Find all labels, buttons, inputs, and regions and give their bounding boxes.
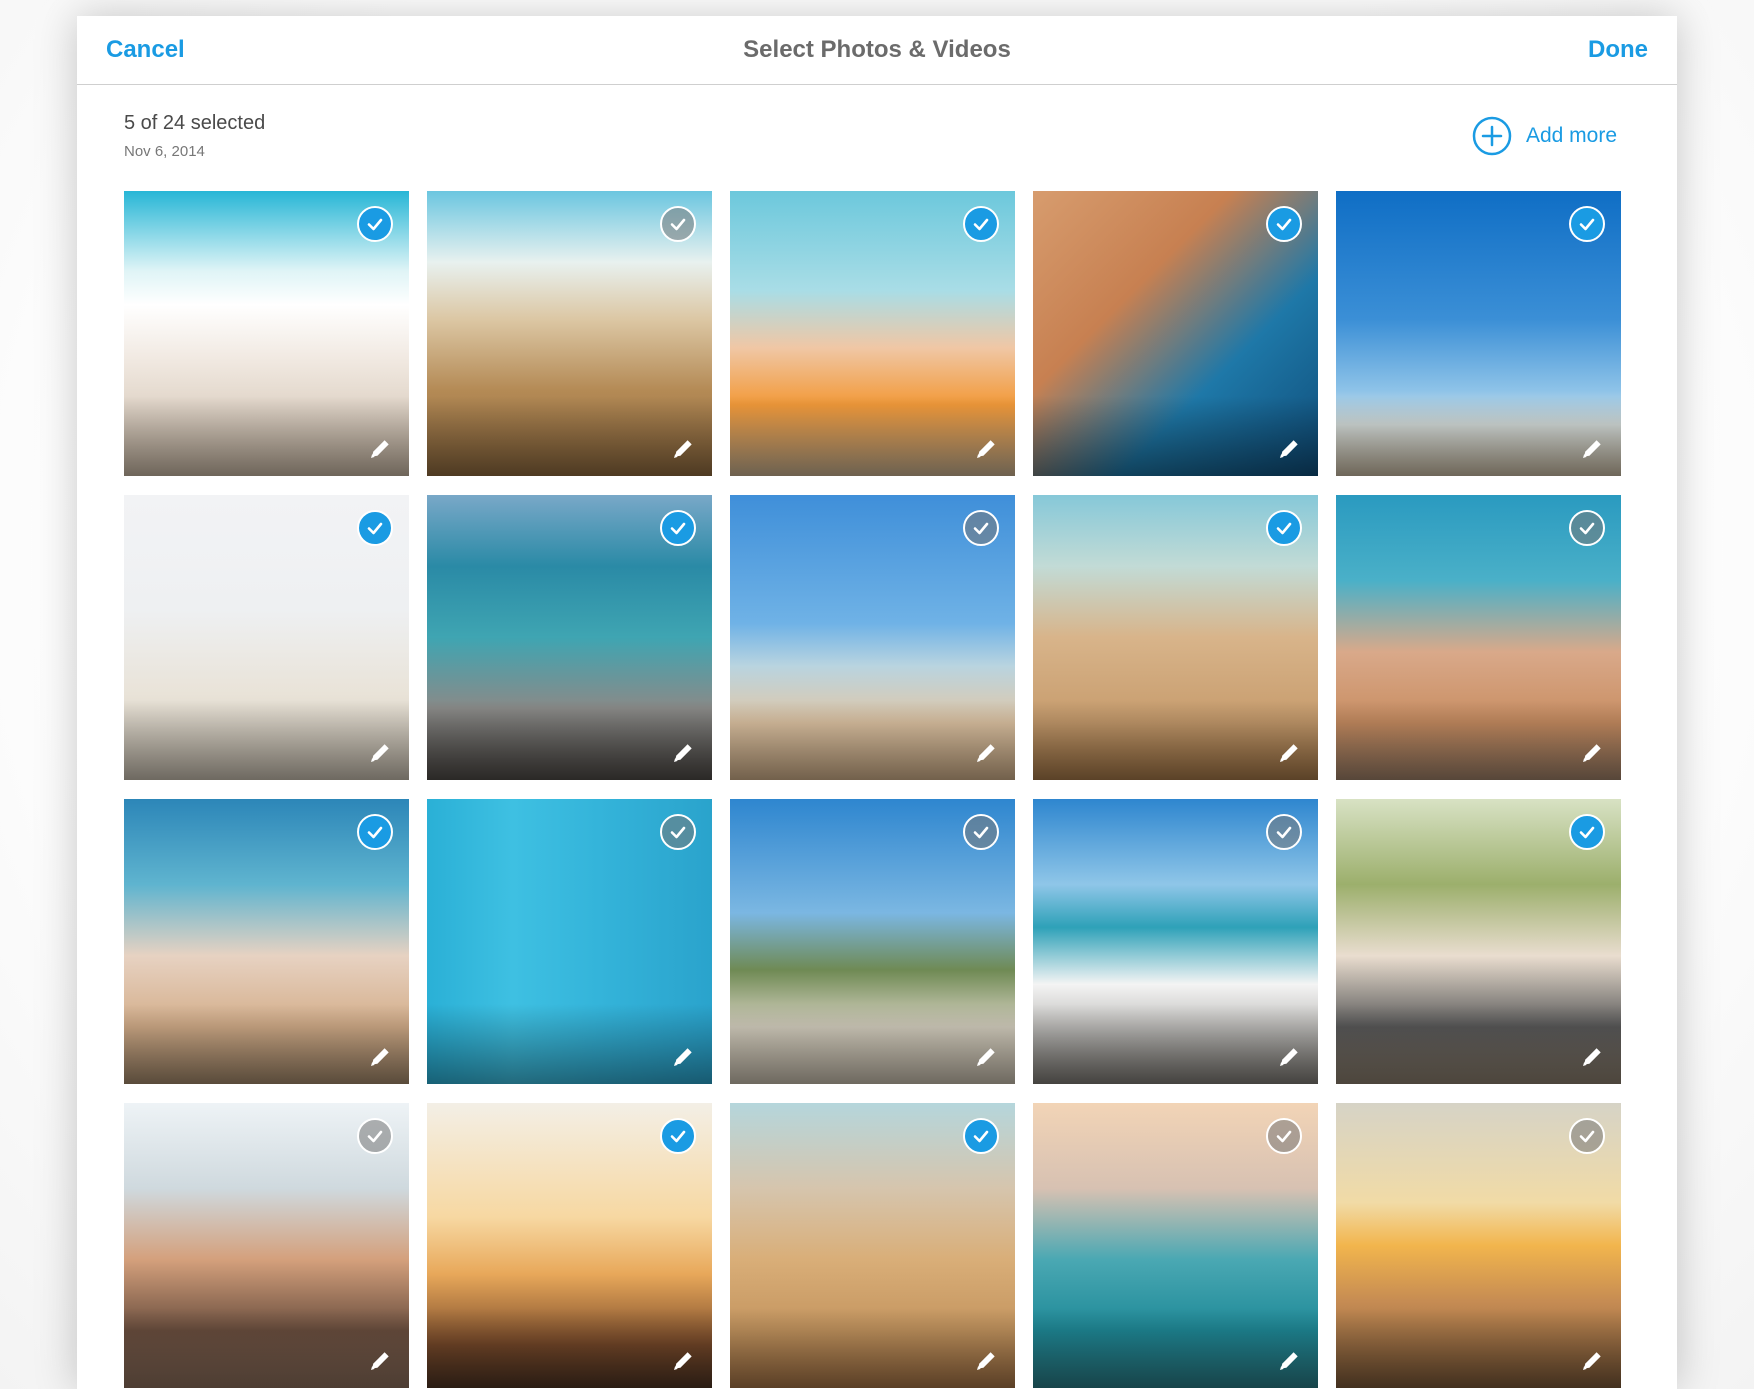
photo-tile[interactable] <box>427 1103 712 1388</box>
checkmark-selected-icon[interactable] <box>1569 814 1605 850</box>
selection-count: 5 of 24 selected <box>124 112 266 134</box>
photo-tile[interactable] <box>427 495 712 780</box>
navigation-bar: Cancel Select Photos & Videos Done <box>77 16 1677 85</box>
checkmark-unselected-icon[interactable] <box>963 814 999 850</box>
pencil-icon[interactable] <box>1276 1348 1302 1374</box>
photo-tile[interactable] <box>124 495 409 780</box>
checkmark-selected-icon[interactable] <box>963 1118 999 1154</box>
checkmark-unselected-icon[interactable] <box>963 510 999 546</box>
checkmark-unselected-icon[interactable] <box>660 814 696 850</box>
checkmark-unselected-icon[interactable] <box>1266 1118 1302 1154</box>
checkmark-selected-icon[interactable] <box>1266 206 1302 242</box>
plus-circle-icon <box>1472 116 1512 156</box>
photo-tile[interactable] <box>1336 1103 1621 1388</box>
pencil-icon[interactable] <box>1276 436 1302 462</box>
pencil-icon[interactable] <box>973 1348 999 1374</box>
photo-tile[interactable] <box>427 191 712 476</box>
photo-grid <box>124 191 1621 1388</box>
done-button[interactable]: Done <box>1588 36 1648 64</box>
pencil-icon[interactable] <box>973 436 999 462</box>
photo-tile[interactable] <box>124 1103 409 1388</box>
checkmark-unselected-icon[interactable] <box>660 206 696 242</box>
pencil-icon[interactable] <box>973 1044 999 1070</box>
pencil-icon[interactable] <box>1579 1044 1605 1070</box>
checkmark-unselected-icon[interactable] <box>357 1118 393 1154</box>
photo-tile[interactable] <box>730 191 1015 476</box>
photo-tile[interactable] <box>730 1103 1015 1388</box>
photo-tile[interactable] <box>124 799 409 1084</box>
pencil-icon[interactable] <box>973 740 999 766</box>
page-title: Select Photos & Videos <box>743 36 1011 63</box>
checkmark-unselected-icon[interactable] <box>1569 510 1605 546</box>
pencil-icon[interactable] <box>367 436 393 462</box>
photo-tile[interactable] <box>730 799 1015 1084</box>
photo-tile[interactable] <box>124 191 409 476</box>
pencil-icon[interactable] <box>1276 1044 1302 1070</box>
checkmark-selected-icon[interactable] <box>660 1118 696 1154</box>
pencil-icon[interactable] <box>670 740 696 766</box>
pencil-icon[interactable] <box>1276 740 1302 766</box>
pencil-icon[interactable] <box>367 1044 393 1070</box>
pencil-icon[interactable] <box>1579 1348 1605 1374</box>
photo-picker-sheet: Cancel Select Photos & Videos Done 5 of … <box>77 16 1677 1389</box>
pencil-icon[interactable] <box>670 1348 696 1374</box>
photo-tile[interactable] <box>730 495 1015 780</box>
pencil-icon[interactable] <box>1579 740 1605 766</box>
photo-tile[interactable] <box>1336 191 1621 476</box>
checkmark-unselected-icon[interactable] <box>1266 814 1302 850</box>
photo-tile[interactable] <box>1033 495 1318 780</box>
photo-date: Nov 6, 2014 <box>124 143 205 160</box>
add-more-button[interactable]: Add more <box>1472 116 1617 156</box>
add-more-label: Add more <box>1525 124 1617 147</box>
photo-tile[interactable] <box>1033 1103 1318 1388</box>
photo-tile[interactable] <box>1033 799 1318 1084</box>
checkmark-selected-icon[interactable] <box>1266 510 1302 546</box>
checkmark-selected-icon[interactable] <box>357 510 393 546</box>
photo-tile[interactable] <box>1336 799 1621 1084</box>
photo-tile[interactable] <box>427 799 712 1084</box>
checkmark-selected-icon[interactable] <box>963 206 999 242</box>
pencil-icon[interactable] <box>670 436 696 462</box>
photo-tile[interactable] <box>1336 495 1621 780</box>
checkmark-selected-icon[interactable] <box>357 206 393 242</box>
photo-tile[interactable] <box>1033 191 1318 476</box>
checkmark-selected-icon[interactable] <box>660 510 696 546</box>
checkmark-selected-icon[interactable] <box>357 814 393 850</box>
pencil-icon[interactable] <box>367 740 393 766</box>
checkmark-unselected-icon[interactable] <box>1569 1118 1605 1154</box>
pencil-icon[interactable] <box>367 1348 393 1374</box>
pencil-icon[interactable] <box>670 1044 696 1070</box>
checkmark-selected-icon[interactable] <box>1569 206 1605 242</box>
pencil-icon[interactable] <box>1579 436 1605 462</box>
